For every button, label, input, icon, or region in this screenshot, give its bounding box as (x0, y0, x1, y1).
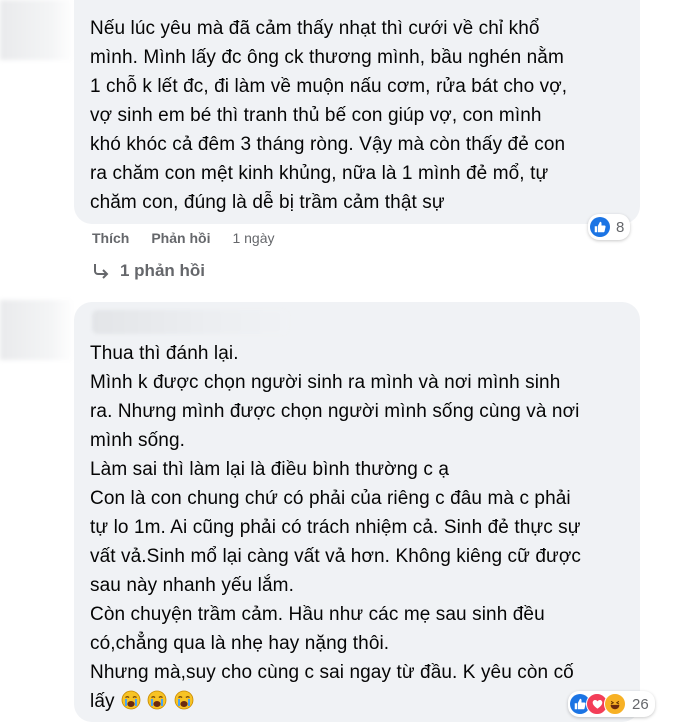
comment-line: mình sống. (90, 430, 185, 451)
comment-line: khó khóc cả đêm 3 tháng ròng. Vậy mà còn… (90, 134, 566, 155)
reaction-summary-1[interactable]: 8 (588, 214, 631, 240)
comment-timestamp[interactable]: 1 ngày (232, 230, 274, 246)
reaction-count-2: 26 (632, 695, 649, 713)
comment-1-actions: Thích Phản hồi 1 ngày (92, 230, 275, 246)
comment-line: ra chăm con mệt kinh khủng, nữa là 1 mìn… (90, 163, 549, 184)
crying-face-emoji (147, 690, 167, 710)
crying-face-emoji (121, 690, 141, 710)
like-icon (590, 217, 610, 237)
comment-1-text: Nếu lúc yêu mà đã cảm thấy nhạt thì cưới… (90, 14, 567, 217)
comment-line: sau này nhanh yếu lắm. (90, 575, 294, 596)
comment-line: Làm sai thì làm lại là điều bình thường … (90, 459, 450, 480)
comment-line: vất vả.Sinh mổ lại càng vất vả hơn. Khôn… (90, 546, 582, 567)
comment-line: Con là con chung chứ có phải của riêng c… (90, 488, 571, 509)
view-replies-link[interactable]: 1 phản hồi (92, 261, 205, 281)
view-replies-label: 1 phản hồi (120, 261, 205, 280)
comment-line: Nhưng mà,suy cho cùng c sai ngay từ đầu.… (90, 662, 574, 683)
reply-arrow-icon (92, 262, 110, 280)
comment-line: tự lo 1m. Ai cũng phải có trách nhiệm cả… (90, 517, 581, 538)
comment-line-last: lấy (90, 687, 581, 716)
crying-face-emoji (174, 690, 194, 710)
comment-line: 1 chỗ k lết đc, đi làm về muộn nấu cơm, … (90, 76, 568, 97)
comment-line: Thua thì đánh lại. (90, 343, 239, 364)
comment-line: có,chẳng qua là nhẹ hay nặng thôi. (90, 633, 390, 654)
avatar-placeholder-2[interactable] (0, 300, 74, 360)
comment-2-text: Thua thì đánh lại. Mình k được chọn ngườ… (90, 339, 581, 716)
haha-icon (604, 693, 626, 715)
reply-button[interactable]: Phản hồi (151, 230, 210, 246)
like-button[interactable]: Thích (92, 230, 129, 246)
comment-line: mình. Mình lấy đc ông ck thương mình, bầ… (90, 47, 564, 68)
comment-line: Còn chuyện trầm cảm. Hầu như các mẹ sau … (90, 604, 545, 625)
comment-line: chăm con, đúng là dễ bị trầm cảm thật sự (90, 192, 445, 213)
reaction-count-1: 8 (616, 218, 625, 236)
comment-line-text: lấy (90, 691, 115, 712)
comment-line: ra. Nhưng mình được chọn người mình sống… (90, 401, 580, 422)
commenter-name-blurred[interactable] (92, 310, 288, 334)
reaction-summary-2[interactable]: 26 (568, 691, 655, 717)
comment-line: vợ sinh em bé thì tranh thủ bế con giúp … (90, 105, 542, 126)
avatar-placeholder-1[interactable] (0, 0, 74, 60)
comment-line: Nếu lúc yêu mà đã cảm thấy nhạt thì cưới… (90, 18, 540, 39)
comment-line: Mình k được chọn người sinh ra mình và n… (90, 372, 561, 393)
